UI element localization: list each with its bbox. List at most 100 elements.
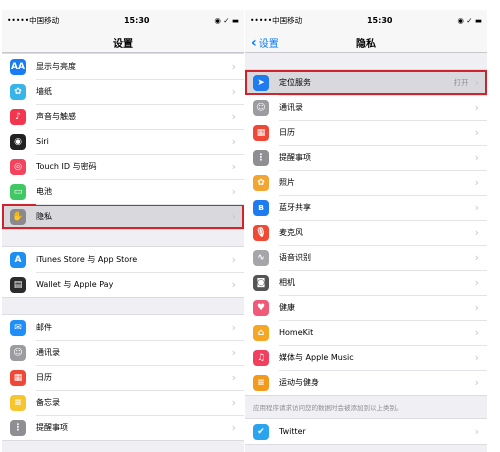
settings-row[interactable]: ♥ 健康 › [245,295,487,320]
row-label: 运动与健身 [279,378,319,387]
row-label: HomeKit [279,328,314,337]
row-label: 声音与触感 [36,112,76,121]
settings-row[interactable]: AA 显示与亮度 › [2,54,244,79]
row-label: Siri [36,137,49,146]
settings-row[interactable]: ʙ 蓝牙共享 › [245,195,487,220]
hand-icon: ✋ [10,208,26,225]
settings-row[interactable]: ✿ 照片 › [245,170,487,195]
settings-row[interactable]: ◎ Touch ID 与密码 › [2,154,244,179]
row-label: 邮件 [36,323,52,332]
chevron-right-icon: › [474,176,479,189]
status-bar: •••••中国移动 15:30 ◉ ✓ ▬ [2,10,244,30]
contacts-icon: ☺ [10,344,26,361]
chevron-right-icon: › [474,226,479,239]
chevron-right-icon: › [474,201,479,214]
row-label: 健康 [279,303,295,312]
section-spacer [2,230,244,246]
health-icon: ♥ [253,299,269,316]
wallet-icon: ▤ [10,276,26,293]
settings-group: AiTunes Store 与 App Store › ▤ Wallet 与 Appl… [2,246,244,298]
location-icon: ➤ [253,74,269,91]
settings-row[interactable]: ✋ 隐私 › [2,204,244,229]
settings-row[interactable]: AiTunes Store 与 App Store › [2,247,244,272]
row-label: 语音识别 [279,253,311,262]
settings-row[interactable]: ≡ 运动与健身 › [245,370,487,395]
settings-group: AA 显示与亮度 › ✿ 墙纸 › ♪ 声音与触感 › ◉ Siri › ◎ Touch ID 与密码 › ▭… [2,53,244,230]
row-label: 照片 [279,178,295,187]
row-label: Twitter [279,427,306,436]
settings-row[interactable]: ✔ Twitter › [245,419,487,444]
row-label: 隐私 [36,212,52,221]
chevron-right-icon: › [231,421,236,434]
reminders-icon: ⋮ [253,149,269,166]
settings-row[interactable]: ⋮ 提醒事项 › [245,145,487,170]
chevron-right-icon: › [231,396,236,409]
motion-icon: ≡ [253,374,269,391]
settings-row[interactable]: ✿ 墙纸 › [2,79,244,104]
chevron-right-icon: › [474,151,479,164]
row-label: 电池 [36,187,52,196]
settings-row[interactable]: ▭ 电池 › [2,179,244,204]
battery-indicator: ◉ ✓ ▬ [457,15,482,25]
section-spacer [2,298,244,314]
row-label: 蓝牙共享 [279,203,311,212]
row-label: 显示与亮度 [36,62,76,71]
settings-screen: •••••中国移动 15:30 ◉ ✓ ▬ 设置 AA 显示与亮度 › ✿ 墙纸 › ♪ 声音… [2,10,244,452]
settings-row[interactable]: ☺ 通讯录 › [2,340,244,365]
chevron-right-icon: › [231,160,236,173]
settings-row[interactable]: ◉ Siri › [2,129,244,154]
settings-row[interactable]: ▦ 日历 › [2,365,244,390]
settings-row[interactable]: ♪ 声音与触感 › [2,104,244,129]
settings-row[interactable]: ♫ 媒体与 Apple Music › [245,345,487,370]
settings-row[interactable]: ➤ 定位服务 打开 › [245,70,487,95]
clock: 15:30 [123,15,150,25]
battery-indicator: ◉ ✓ ▬ [214,15,239,25]
chevron-right-icon: › [474,276,479,289]
chevron-right-icon: › [231,185,236,198]
chevron-right-icon: › [474,376,479,389]
privacy-screen: •••••中国移动 15:30 ◉ ✓ ▬ ‹ 设置 隐私 ➤ 定位服务 打开 › ☺ 通… [245,10,487,452]
fingerprint-icon: ◎ [10,158,26,175]
home-icon: ⌂ [253,324,269,341]
chevron-right-icon: › [474,101,479,114]
settings-row[interactable]: ⌂ HomeKit › [245,320,487,345]
calendar-icon: ▦ [253,124,269,141]
clock: 15:30 [366,15,393,25]
bluetooth-icon: ʙ [253,199,269,216]
chevron-right-icon: › [474,126,479,139]
chevron-right-icon: › [231,321,236,334]
chevron-right-icon: › [231,110,236,123]
chevron-right-icon: › [474,251,479,264]
status-bar: •••••中国移动 15:30 ◉ ✓ ▬ [245,10,487,30]
settings-row[interactable]: ◙ 相机 › [245,270,487,295]
row-label: iTunes Store 与 App Store [36,255,138,264]
settings-row[interactable]: ✉ 邮件 › [2,315,244,340]
chevron-right-icon: › [474,425,479,438]
settings-row[interactable]: ⋮ 提醒事项 › [2,415,244,440]
settings-row[interactable]: 🎙 麦克风 › [245,220,487,245]
settings-row[interactable]: ☺ 通讯录 › [245,95,487,120]
wallpaper-icon: ✿ [10,83,26,100]
app-store-icon: A [10,251,26,268]
navigation-bar: 设置 [2,30,244,53]
row-label: 相机 [279,278,295,287]
row-label: 通讯录 [279,103,303,112]
row-label: Touch ID 与密码 [36,162,97,171]
settings-row[interactable]: ≡ 备忘录 › [2,390,244,415]
settings-row[interactable]: ∿ 语音识别 › [245,245,487,270]
twitter-icon: ✔ [253,423,269,440]
chevron-right-icon: › [231,371,236,384]
settings-row[interactable]: ▤ Wallet 与 Apple Pay › [2,272,244,297]
chevron-right-icon: › [231,135,236,148]
notes-icon: ≡ [10,394,26,411]
microphone-icon: 🎙 [253,224,269,241]
row-label: 通讯录 [36,348,60,357]
row-label: 提醒事项 [36,423,68,432]
sound-icon: ♪ [10,108,26,125]
reminders-icon: ⋮ [10,419,26,436]
page-title: 设置 [113,39,133,50]
chevron-right-icon: › [474,326,479,339]
row-label: 日历 [279,128,295,137]
settings-row[interactable]: ▦ 日历 › [245,120,487,145]
settings-group: ✔ Twitter › [245,418,487,445]
